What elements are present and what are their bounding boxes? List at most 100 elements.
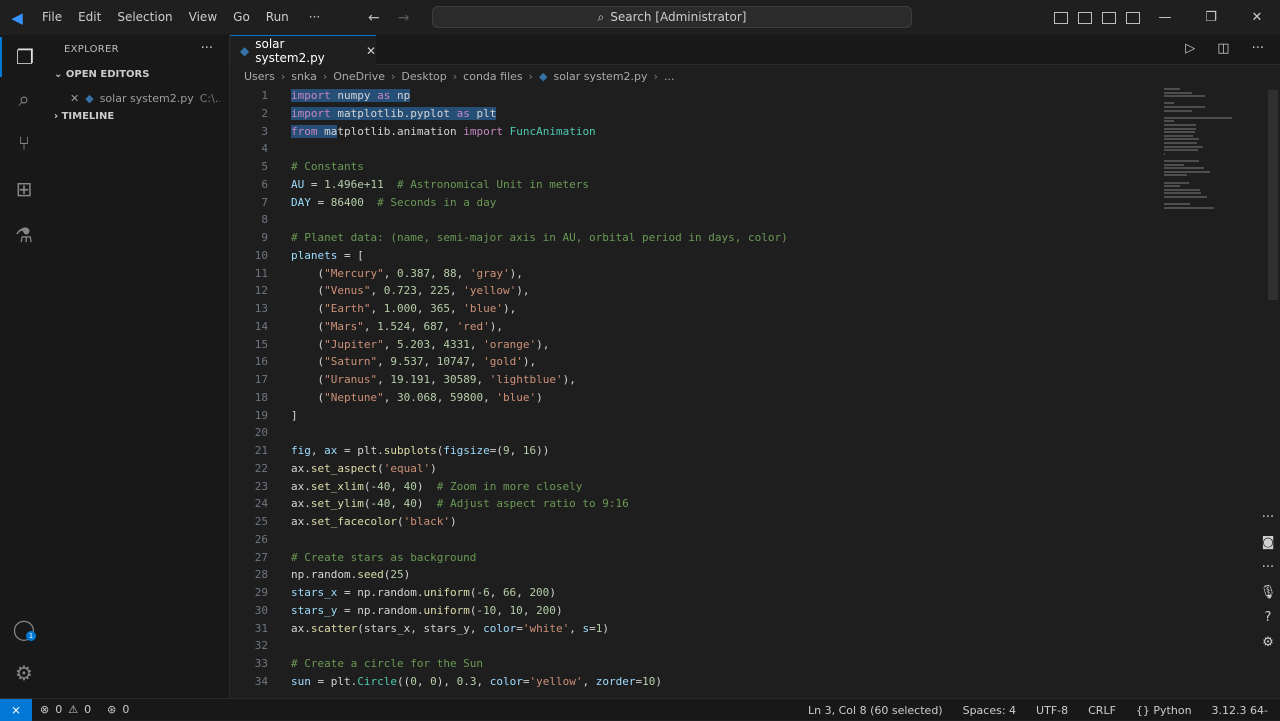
source-control-icon[interactable]: ⑂ (0, 123, 48, 163)
problems-status[interactable]: ⊗ 0 ⚠ 0 ⊛ 0 (32, 703, 129, 716)
code-line[interactable]: 13 ("Earth", 1.000, 365, 'blue'), (230, 300, 1230, 318)
code-line[interactable]: 3 from matplotlib.animation import FuncAn… (230, 123, 1230, 141)
line-number: 19 (254, 408, 268, 422)
code-line[interactable]: 30 stars_y = np.random.uniform(-10, 10, 2… (230, 602, 1230, 620)
open-editors-header[interactable]: ⌄ OPEN EDITORS (54, 69, 149, 80)
breadcrumb-snka[interactable]: snka (291, 70, 317, 83)
code-line[interactable]: 22 ax.set_aspect('equal') (230, 460, 1230, 478)
code-line[interactable]: 4 (230, 140, 1230, 158)
code-line[interactable]: 24 ax.set_ylim(-40, 40) # Adjust aspect r… (230, 495, 1230, 513)
menu-more[interactable]: ··· (297, 0, 332, 35)
manage-gear-icon[interactable]: ⚙ (0, 653, 48, 693)
extensions-icon[interactable]: ⊞ (0, 169, 48, 209)
code-line[interactable]: 5 # Constants (230, 158, 1230, 176)
code-line[interactable]: 31 ax.scatter(stars_x, stars_y, color='wh… (230, 620, 1230, 638)
more-icon[interactable]: ··· (1262, 560, 1274, 575)
accounts-icon[interactable]: ◯ 1 (0, 609, 48, 649)
tab-solar-system2[interactable]: ◆ solar system2.py ✕ (230, 35, 376, 65)
back-arrow-icon[interactable]: ← (368, 10, 380, 26)
remote-indicator-icon[interactable]: ⨯ (0, 698, 32, 721)
menu-file[interactable]: File (34, 0, 70, 35)
help-icon[interactable]: ? (1265, 610, 1272, 625)
customize-layout-icon[interactable] (1126, 11, 1140, 24)
testing-icon[interactable]: ⚗ (0, 215, 48, 255)
code-line[interactable]: 33 # Create a circle for the Sun (230, 655, 1230, 673)
code-editor[interactable]: 1 import numpy as np 2 import matplotlib.py… (230, 86, 1280, 698)
code-line[interactable]: 25 ax.set_facecolor('black') (230, 513, 1230, 531)
code-line[interactable]: 17 ("Uranus", 19.191, 30589, 'lightblue'… (230, 371, 1230, 389)
code-token: plt (469, 106, 497, 120)
gear-icon[interactable]: ⚙ (1262, 635, 1274, 650)
language-mode[interactable]: {} Python (1136, 704, 1192, 717)
minimize-icon[interactable]: — (1142, 0, 1188, 35)
code-token: matplotlib.pyplot (330, 106, 457, 120)
code-token: import (463, 124, 503, 138)
camera-icon[interactable]: ◙ (1262, 535, 1275, 550)
code-line[interactable]: 21 fig, ax = plt.subplots(figsize=(9, 16)… (230, 442, 1230, 460)
code-line[interactable]: 11 ("Mercury", 0.387, 88, 'gray'), (230, 265, 1230, 283)
code-line[interactable]: 23 ax.set_xlim(-40, 40) # Zoom in more cl… (230, 478, 1230, 496)
code-line[interactable]: 10 planets = [ (230, 247, 1230, 265)
restore-icon[interactable]: ❐ (1188, 0, 1234, 35)
more-icon[interactable]: ··· (1262, 510, 1274, 525)
code-line[interactable]: 9 # Planet data: (name, semi-major axis i… (230, 229, 1230, 247)
cursor-position[interactable]: Ln 3, Col 8 (60 selected) (808, 704, 943, 717)
toggle-secondary-sidebar-icon[interactable] (1102, 11, 1116, 24)
code-line[interactable]: 26 (230, 531, 1230, 549)
code-line[interactable]: 28 np.random.seed(25) (230, 566, 1230, 584)
end-of-line[interactable]: CRLF (1088, 704, 1116, 717)
toggle-primary-sidebar-icon[interactable] (1054, 11, 1068, 24)
code-line[interactable]: 29 stars_x = np.random.uniform(-6, 66, 20… (230, 584, 1230, 602)
timeline-header[interactable]: › TIMELINE (54, 111, 114, 122)
vscode-logo-icon: ◀ (11, 8, 23, 27)
run-python-file-icon[interactable]: ▷ (1185, 41, 1195, 56)
microphone-icon[interactable]: 🎙 (1260, 585, 1277, 600)
menu-selection[interactable]: Selection (109, 0, 180, 35)
code-line[interactable]: 12 ("Venus", 0.723, 225, 'yellow'), (230, 282, 1230, 300)
breadcrumb-file[interactable]: solar system2.py (554, 70, 648, 83)
code-line[interactable]: 34 sun = plt.Circle((0, 0), 0.3, color='y… (230, 673, 1230, 691)
more-actions-icon[interactable]: ··· (1252, 41, 1264, 56)
menu-run[interactable]: Run (258, 0, 297, 35)
code-line[interactable]: 2 import matplotlib.pyplot as plt (230, 105, 1230, 123)
minimap-line (1164, 116, 1232, 119)
code-line[interactable]: 20 (230, 424, 1230, 442)
breadcrumb-users[interactable]: Users (244, 70, 275, 83)
code-line[interactable]: 8 (230, 211, 1230, 229)
code-line[interactable]: 15 ("Jupiter", 5.203, 4331, 'orange'), (230, 336, 1230, 354)
code-line[interactable]: 16 ("Saturn", 9.537, 10747, 'gold'), (230, 353, 1230, 371)
menu-go[interactable]: Go (225, 0, 258, 35)
python-interpreter[interactable]: 3.12.3 64- (1212, 704, 1268, 717)
code-line[interactable]: 18 ("Neptune", 30.068, 59800, 'blue') (230, 389, 1230, 407)
code-token: , (436, 390, 450, 404)
code-line[interactable]: 1 import numpy as np (230, 87, 1230, 105)
close-tab-icon[interactable]: ✕ (366, 44, 376, 58)
code-line[interactable]: 6 AU = 1.496e+11 # Astronomical Unit in m… (230, 176, 1230, 194)
code-line[interactable]: 7 DAY = 86400 # Seconds in a day (230, 194, 1230, 212)
explorer-more-button[interactable]: ··· (201, 41, 213, 56)
breadcrumb-conda-files[interactable]: conda files (463, 70, 522, 83)
minimap[interactable] (1160, 86, 1268, 216)
forward-arrow-icon[interactable]: → (398, 10, 410, 26)
encoding[interactable]: UTF-8 (1036, 704, 1068, 717)
code-token: ( (396, 515, 404, 528)
toggle-panel-icon[interactable] (1078, 11, 1092, 24)
code-line[interactable]: 19] (230, 407, 1230, 425)
menu-edit[interactable]: Edit (70, 0, 109, 35)
breadcrumb-desktop[interactable]: Desktop (401, 70, 446, 83)
explorer-icon[interactable]: ❐ (0, 37, 48, 77)
indentation[interactable]: Spaces: 4 (963, 704, 1016, 717)
search-view-icon[interactable]: ⌕ (0, 79, 48, 119)
editor-scrollbar[interactable] (1268, 90, 1278, 300)
code-line[interactable]: 27 # Create stars as background (230, 549, 1230, 567)
code-line[interactable]: 14 ("Mars", 1.524, 687, 'red'), (230, 318, 1230, 336)
breadcrumb-symbols[interactable]: ... (664, 70, 675, 83)
breadcrumb-onedrive[interactable]: OneDrive (333, 70, 385, 83)
open-editor-item[interactable]: ✕ ◆ solar system2.py C:\... (70, 89, 220, 107)
code-line[interactable]: 32 (230, 637, 1230, 655)
close-editor-icon[interactable]: ✕ (70, 92, 79, 105)
close-window-icon[interactable]: ✕ (1234, 0, 1280, 35)
command-center-search[interactable]: ⌕ Search [Administrator] (432, 6, 912, 28)
menu-view[interactable]: View (181, 0, 225, 35)
split-editor-icon[interactable]: ◫ (1217, 41, 1229, 56)
